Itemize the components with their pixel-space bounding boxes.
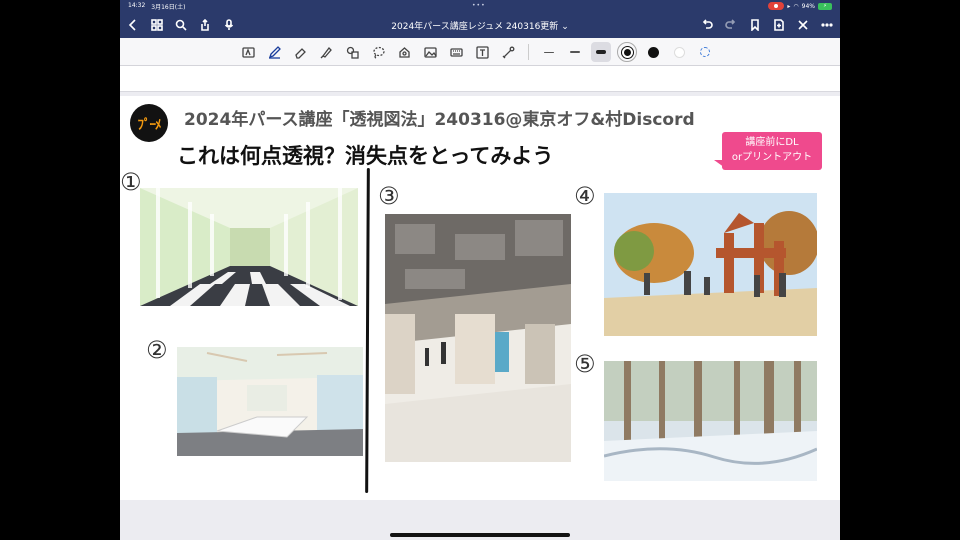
grid-view-icon[interactable] xyxy=(150,18,164,32)
multitask-dots[interactable]: ••• xyxy=(472,2,486,9)
laser-pointer-icon[interactable] xyxy=(498,42,518,62)
color-swatch-black-selected[interactable] xyxy=(617,42,637,62)
chevron-down-icon[interactable]: ⌄ xyxy=(561,22,569,32)
screen: 14:32 3月16日(土) ••• ▸ ◠ 94% ⚡ 2024年パース講座レ… xyxy=(0,0,960,540)
lasso-icon[interactable] xyxy=(368,42,388,62)
shapes-icon[interactable] xyxy=(342,42,362,62)
callout-line-1: 講座前にDL xyxy=(745,137,799,148)
toolbar-divider xyxy=(528,44,529,60)
label-number-5: ⑤ xyxy=(574,350,596,378)
callout-line-2: orプリントアウト xyxy=(731,152,813,163)
home-indicator[interactable] xyxy=(390,533,570,537)
stroke-thin[interactable] xyxy=(539,42,559,62)
search-icon[interactable] xyxy=(174,18,188,32)
undo-icon[interactable] xyxy=(700,18,714,32)
callout-note: 講座前にDL orプリントアウト xyxy=(722,132,822,170)
textbox-icon[interactable] xyxy=(472,42,492,62)
photo-corridor[interactable] xyxy=(140,188,358,306)
photo-snowy-forest[interactable] xyxy=(604,361,817,481)
add-page-icon[interactable] xyxy=(772,18,786,32)
status-time: 14:32 xyxy=(128,1,146,9)
status-date: 3月16日(土) xyxy=(151,3,186,11)
more-icon[interactable] xyxy=(820,18,834,32)
battery-percent: 94% xyxy=(801,2,815,10)
photo-museum-hall[interactable] xyxy=(385,214,571,462)
close-icon[interactable] xyxy=(796,18,810,32)
color-swatch-custom[interactable] xyxy=(695,42,715,62)
color-swatch-white[interactable] xyxy=(669,42,689,62)
document-canvas[interactable]: ﾌﾟｰﾒ 2024年パース講座「透視図法」240316@東京オフ&村Discor… xyxy=(120,66,840,540)
label-number-3: ③ xyxy=(378,182,400,210)
keyboard-icon[interactable] xyxy=(446,42,466,62)
back-icon[interactable] xyxy=(126,18,140,32)
share-icon[interactable] xyxy=(198,18,212,32)
wifi-icon: ◠ xyxy=(793,2,799,10)
bookmark-icon[interactable] xyxy=(748,18,762,32)
photo-playground[interactable] xyxy=(604,193,817,336)
drawing-toolbar xyxy=(120,38,840,66)
status-bar: 14:32 3月16日(土) ••• ▸ ◠ 94% ⚡ xyxy=(120,0,840,12)
stroke-thick[interactable] xyxy=(591,42,611,62)
slide-question: これは何点透視？消失点をとってみよう xyxy=(177,144,554,168)
label-number-2: ② xyxy=(146,336,168,364)
eraser-icon[interactable] xyxy=(290,42,310,62)
previous-page-edge xyxy=(120,66,840,92)
image-icon[interactable] xyxy=(420,42,440,62)
label-number-4: ④ xyxy=(574,182,596,210)
brand-logo: ﾌﾟｰﾒ xyxy=(130,104,168,142)
sticker-icon[interactable] xyxy=(394,42,414,62)
battery-icon: ⚡ xyxy=(818,2,832,10)
color-swatch-black[interactable] xyxy=(643,42,663,62)
logo-text: ﾌﾟｰﾒ xyxy=(137,117,162,133)
ipad-screen: 14:32 3月16日(土) ••• ▸ ◠ 94% ⚡ 2024年パース講座レ… xyxy=(120,0,840,540)
document-nav-bar: 2024年パース講座レジュメ 240316更新 ⌄ xyxy=(120,12,840,38)
screen-recording-icon[interactable] xyxy=(768,2,785,10)
highlighter-icon[interactable] xyxy=(316,42,336,62)
photo-meeting-room[interactable] xyxy=(177,347,363,456)
location-icon: ▸ xyxy=(787,2,791,10)
redo-icon[interactable] xyxy=(724,18,738,32)
document-title[interactable]: 2024年パース講座レジュメ 240316更新 xyxy=(391,22,558,32)
slide-page[interactable]: ﾌﾟｰﾒ 2024年パース講座「透視図法」240316@東京オフ&村Discor… xyxy=(120,96,840,500)
handdrawn-divider-line[interactable] xyxy=(365,167,370,494)
pen-icon[interactable] xyxy=(264,42,284,62)
label-number-1: ① xyxy=(120,168,142,196)
lasso-text-icon[interactable] xyxy=(238,42,258,62)
microphone-icon[interactable] xyxy=(222,18,236,32)
stroke-medium[interactable] xyxy=(565,42,585,62)
slide-header: 2024年パース講座「透視図法」240316@東京オフ&村Discord xyxy=(184,110,695,130)
